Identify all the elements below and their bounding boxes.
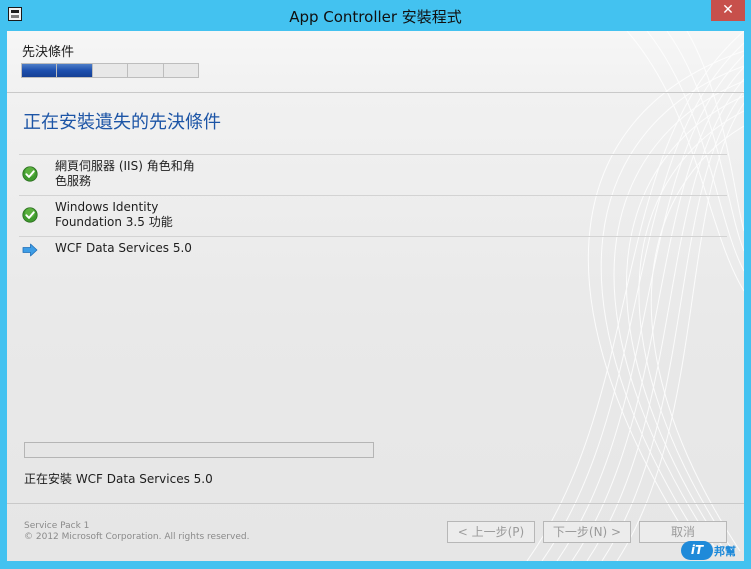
prerequisite-item-wcf: WCF Data Services 5.0 [19,236,727,262]
page-heading: 正在安裝遺失的先決條件 [23,112,221,133]
install-progress-bar [24,442,374,458]
green-check-icon [22,207,38,223]
next-button[interactable]: 下一步(N) > [543,521,631,543]
wizard-step-segment [128,64,163,77]
close-button[interactable]: ✕ [711,0,745,21]
blue-arrow-icon [22,243,38,257]
header-divider [7,92,744,93]
window-title: App Controller 安裝程式 [289,8,462,26]
prerequisite-label: Windows Identity Foundation 3.5 功能 [55,200,173,229]
prerequisite-list: 網頁伺服器 (IIS) 角色和角 色服務 Windows Identity Fo… [19,154,727,262]
wizard-step-label: 先決條件 [22,45,75,60]
service-pack-text: Service Pack 1 [24,521,90,531]
installer-window: App Controller 安裝程式 ✕ 先決條件 正在安裝遺失的先決條件 網… [0,0,751,569]
footer-divider [7,503,744,504]
wizard-step-progress [21,63,199,78]
install-status-text: 正在安裝 WCF Data Services 5.0 [24,472,213,486]
back-button[interactable]: < 上一步(P) [447,521,535,543]
wizard-step-segment [57,64,92,77]
prerequisite-item-wif: Windows Identity Foundation 3.5 功能 [19,195,727,236]
copyright-text: © 2012 Microsoft Corporation. All rights… [24,532,250,542]
wizard-step-segment [22,64,57,77]
watermark-text: 邦幫忙 [714,545,736,558]
prerequisite-item-iis: 網頁伺服器 (IIS) 角色和角 色服務 [19,154,727,195]
watermark-it-badge: iT [681,541,713,560]
ithome-watermark-logo: iT 邦幫忙 [677,539,741,561]
wizard-step-segment [92,64,128,77]
title-bar[interactable]: App Controller 安裝程式 ✕ [0,0,751,31]
wizard-step-segment [163,64,199,77]
wizard-body: 先決條件 正在安裝遺失的先決條件 網頁伺服器 (IIS) 角色和角 色服務 Wi [7,31,744,561]
green-check-icon [22,166,38,182]
prerequisite-label: WCF Data Services 5.0 [55,241,192,255]
prerequisite-label: 網頁伺服器 (IIS) 角色和角 色服務 [55,159,195,188]
